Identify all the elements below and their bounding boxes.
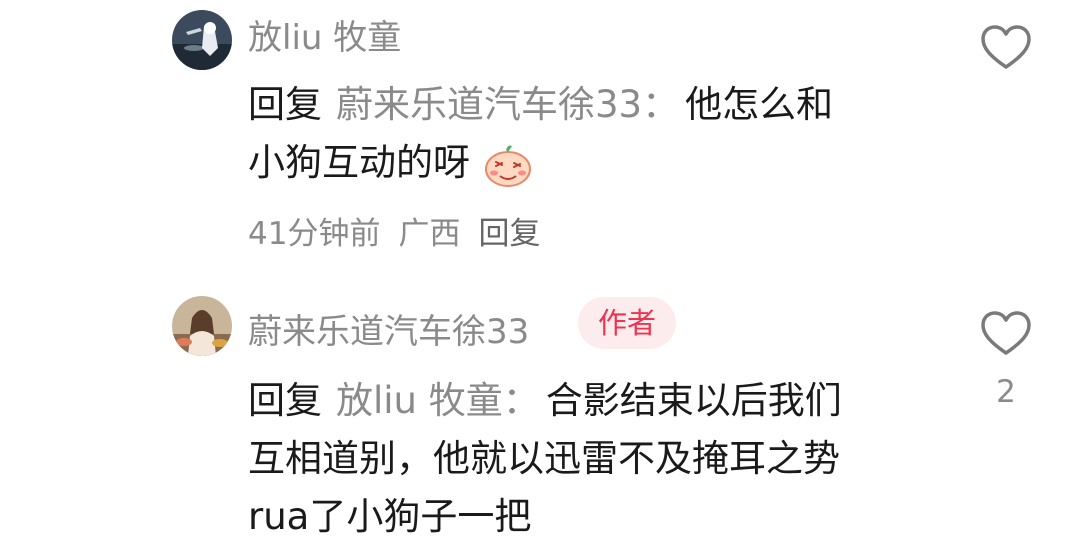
avatar[interactable] — [172, 296, 232, 356]
reply-colon: ： — [502, 379, 540, 422]
heart-outline-icon — [981, 311, 1031, 355]
like-button[interactable] — [978, 306, 1034, 362]
like-count: 2 — [996, 374, 1016, 410]
comment-item: 蔚来乐道汽车徐33 作者 回复 放liu 牧童： 合影结束以后我们 互相道别，他就以… — [0, 0, 1080, 558]
author-badge: 作者 — [578, 297, 677, 349]
reply-word: 回复 — [248, 379, 322, 422]
comment-username[interactable]: 蔚来乐道汽车徐33 — [248, 304, 529, 353]
reply-target-username[interactable]: 放liu 牧童 — [336, 379, 503, 422]
comment-content[interactable]: 回复 放liu 牧童： 合影结束以后我们 互相道别，他就以迅雷不及掩耳之势 rua了… — [248, 372, 948, 546]
comment-text-line: 合影结束以后我们 — [545, 379, 842, 422]
comment-text-line: rua了小狗子一把 — [248, 495, 532, 538]
comment-text-line: 互相道别，他就以迅雷不及掩耳之势 — [248, 437, 840, 480]
